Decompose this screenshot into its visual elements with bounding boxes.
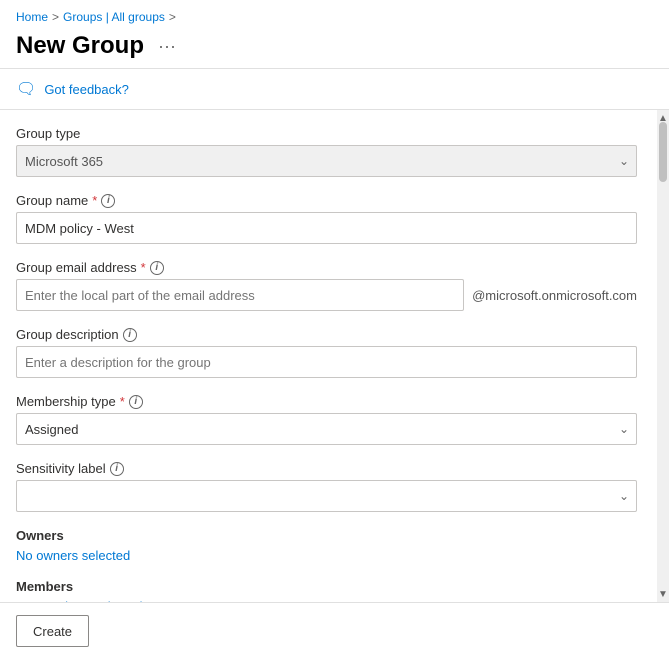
- breadcrumb-home[interactable]: Home: [16, 10, 48, 24]
- breadcrumb: Home > Groups | All groups >: [0, 0, 669, 28]
- group-name-input[interactable]: [16, 212, 637, 244]
- content-wrapper: Group type Microsoft 365 ⌄ Group name * …: [0, 110, 669, 602]
- sensitivity-label-info-icon[interactable]: i: [110, 462, 124, 476]
- email-row: @microsoft.onmicrosoft.com: [16, 279, 637, 311]
- group-type-wrapper: Microsoft 365 ⌄: [16, 145, 637, 177]
- scrollbar-thumb[interactable]: [659, 122, 667, 182]
- scroll-down-button[interactable]: ▼: [657, 586, 669, 602]
- breadcrumb-sep-1: >: [52, 10, 59, 24]
- group-description-section: Group description i: [16, 327, 637, 378]
- more-options-button[interactable]: ···: [152, 34, 182, 59]
- email-domain: @microsoft.onmicrosoft.com: [472, 288, 637, 303]
- group-email-section: Group email address * i @microsoft.onmic…: [16, 260, 637, 311]
- footer: Create: [0, 602, 669, 659]
- group-name-info-icon[interactable]: i: [101, 194, 115, 208]
- breadcrumb-groups[interactable]: Groups | All groups: [63, 10, 165, 24]
- group-description-info-icon[interactable]: i: [123, 328, 137, 342]
- form-area: Group type Microsoft 365 ⌄ Group name * …: [0, 110, 657, 602]
- group-type-label: Group type: [16, 126, 637, 141]
- membership-type-label: Membership type * i: [16, 394, 637, 409]
- create-button[interactable]: Create: [16, 615, 89, 647]
- page-header: New Group ···: [0, 28, 669, 68]
- feedback-bar[interactable]: 🗨 Got feedback?: [0, 69, 669, 109]
- group-type-select[interactable]: Microsoft 365: [16, 145, 637, 177]
- owners-section: Owners No owners selected: [16, 528, 637, 563]
- sensitivity-label-section: Sensitivity label i ⌄: [16, 461, 637, 512]
- owners-label: Owners: [16, 528, 637, 543]
- membership-type-wrapper: Assigned Dynamic User Dynamic Device ⌄: [16, 413, 637, 445]
- members-section: Members No members selected: [16, 579, 637, 602]
- feedback-label: Got feedback?: [44, 82, 129, 97]
- membership-type-info-icon[interactable]: i: [129, 395, 143, 409]
- group-name-label: Group name * i: [16, 193, 637, 208]
- group-description-input[interactable]: [16, 346, 637, 378]
- group-email-input[interactable]: [16, 279, 464, 311]
- group-type-section: Group type Microsoft 365 ⌄: [16, 126, 637, 177]
- sensitivity-label-wrapper: ⌄: [16, 480, 637, 512]
- membership-type-select[interactable]: Assigned Dynamic User Dynamic Device: [16, 413, 637, 445]
- sensitivity-label-label: Sensitivity label i: [16, 461, 637, 476]
- membership-type-section: Membership type * i Assigned Dynamic Use…: [16, 394, 637, 445]
- members-label: Members: [16, 579, 637, 594]
- membership-type-required: *: [120, 394, 125, 409]
- group-name-required: *: [92, 193, 97, 208]
- sensitivity-label-select[interactable]: [16, 480, 637, 512]
- group-description-label: Group description i: [16, 327, 637, 342]
- page-title: New Group: [16, 32, 144, 60]
- scrollbar: ▲ ▼: [657, 110, 669, 602]
- group-email-required: *: [141, 260, 146, 275]
- feedback-icon: 🗨: [16, 79, 36, 99]
- owners-empty-link[interactable]: No owners selected: [16, 548, 130, 563]
- group-name-section: Group name * i: [16, 193, 637, 244]
- group-email-info-icon[interactable]: i: [150, 261, 164, 275]
- group-email-label: Group email address * i: [16, 260, 637, 275]
- breadcrumb-sep-2: >: [169, 10, 176, 24]
